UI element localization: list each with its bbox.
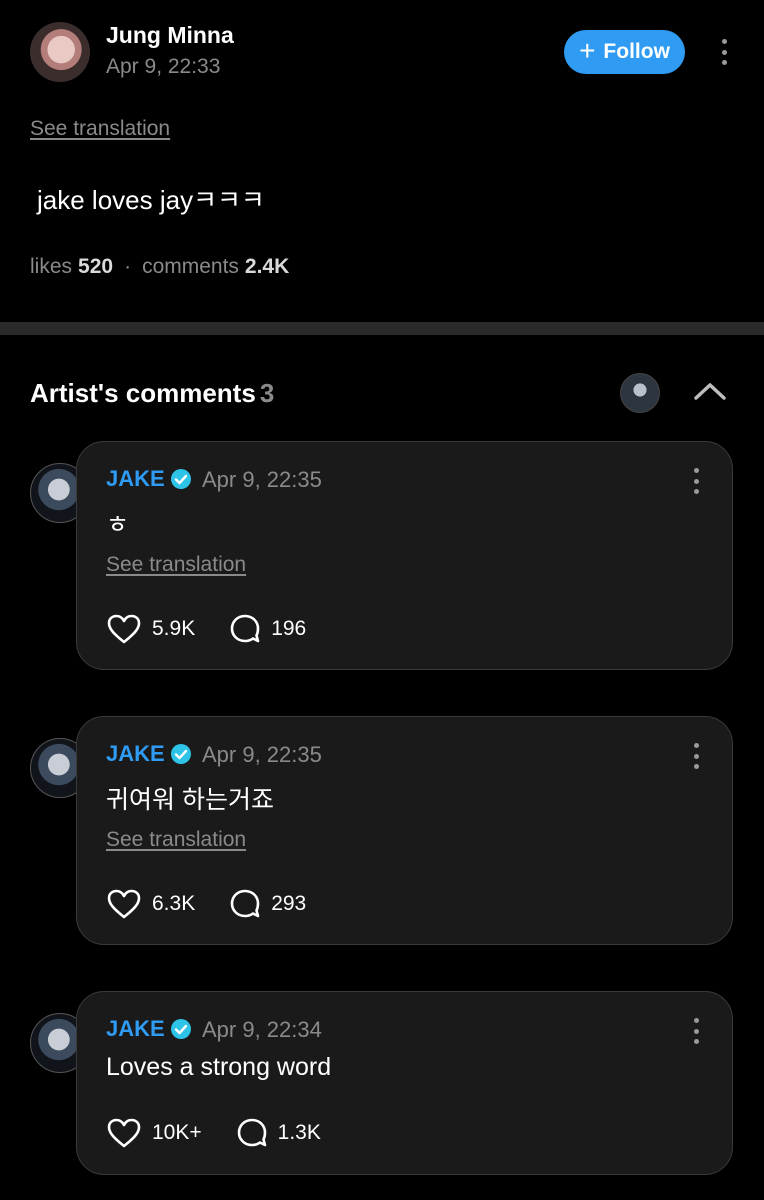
see-translation-link[interactable]: See translation (106, 553, 246, 577)
comments-count[interactable]: 2.4K (245, 255, 289, 279)
heart-icon (107, 889, 141, 919)
comment-text: Loves a strong word (106, 1053, 332, 1081)
post-date: Apr 9, 22:33 (106, 55, 221, 78)
reply-button[interactable]: 1.3K (236, 1117, 321, 1149)
reply-count: 293 (271, 892, 307, 915)
like-button[interactable]: 6.3K (106, 888, 195, 920)
like-count: 10K+ (152, 1121, 202, 1144)
speech-bubble-icon (237, 1118, 266, 1147)
more-vertical-icon[interactable] (686, 740, 706, 772)
artist-comment: JAKE Apr 9, 22:35 귀여워 하는거죠 See translati… (0, 716, 764, 946)
author-name[interactable]: Jung Minna (106, 22, 234, 49)
more-vertical-icon[interactable] (686, 465, 706, 497)
verified-badge-icon (170, 744, 191, 764)
artist-avatar[interactable] (620, 373, 660, 413)
comment-author-name: JAKE (106, 1016, 165, 1041)
comment-author[interactable]: JAKE (106, 741, 192, 767)
artist-comment: JAKE Apr 9, 22:35 ㅎ See translation 5.9K… (0, 441, 764, 671)
comment-author-name: JAKE (106, 741, 165, 766)
likes-count: 520 (78, 255, 114, 278)
comment-actions: 5.9K 196 (106, 613, 306, 645)
comment-author-name: JAKE (106, 466, 165, 491)
like-button[interactable]: 10K+ (106, 1117, 202, 1149)
more-vertical-icon[interactable] (714, 36, 734, 68)
like-count: 6.3K (152, 892, 196, 915)
like-button[interactable]: 5.9K (106, 613, 195, 645)
comment-author[interactable]: JAKE (106, 466, 192, 492)
comment-date: Apr 9, 22:34 (202, 1017, 322, 1042)
author-avatar[interactable] (30, 22, 90, 82)
comment-actions: 6.3K 293 (106, 888, 306, 920)
see-translation-link[interactable]: See translation (106, 828, 246, 852)
follow-button[interactable]: + Follow (564, 30, 685, 74)
comment-author[interactable]: JAKE (106, 1016, 192, 1042)
comment-text: ㅎ (106, 511, 130, 539)
likes-label: likes (30, 255, 73, 278)
post-body: jake loves jayㅋㅋㅋ (37, 185, 265, 215)
reply-count: 196 (271, 617, 307, 640)
artist-comments-label: Artist's comments (30, 378, 256, 408)
comment-actions: 10K+ 1.3K (106, 1117, 321, 1149)
plus-icon: + (579, 35, 596, 66)
chevron-up-icon[interactable] (692, 378, 728, 404)
section-divider (0, 322, 764, 335)
comment-date: Apr 9, 22:35 (202, 467, 322, 492)
verified-badge-icon (170, 469, 191, 489)
reply-button[interactable]: 293 (229, 888, 306, 920)
reply-button[interactable]: 196 (229, 613, 306, 645)
stats-separator: · (124, 255, 132, 278)
post: Jung Minna Apr 9, 22:33 + Follow See tra… (0, 0, 764, 322)
see-translation-link[interactable]: See translation (30, 117, 170, 141)
comment-text: 귀여워 하는거죠 (106, 786, 274, 814)
artist-comments-title: Artist's comments 3 (30, 378, 274, 409)
like-count: 5.9K (152, 617, 196, 640)
verified-badge-icon (170, 1019, 191, 1039)
artist-comments-count: 3 (259, 378, 275, 408)
speech-bubble-icon (230, 889, 260, 918)
comment-date: Apr 9, 22:35 (202, 742, 322, 767)
follow-label: Follow (603, 40, 670, 63)
heart-icon (107, 1118, 141, 1148)
artist-comment: JAKE Apr 9, 22:34 Loves a strong word 10… (0, 991, 764, 1176)
comments-label[interactable]: comments (142, 255, 239, 279)
speech-bubble-icon (230, 614, 260, 643)
heart-icon (107, 614, 141, 644)
reply-count: 1.3K (277, 1121, 321, 1144)
more-vertical-icon[interactable] (686, 1015, 706, 1047)
post-stats: likes 520 · comments 2.4K (30, 255, 289, 279)
